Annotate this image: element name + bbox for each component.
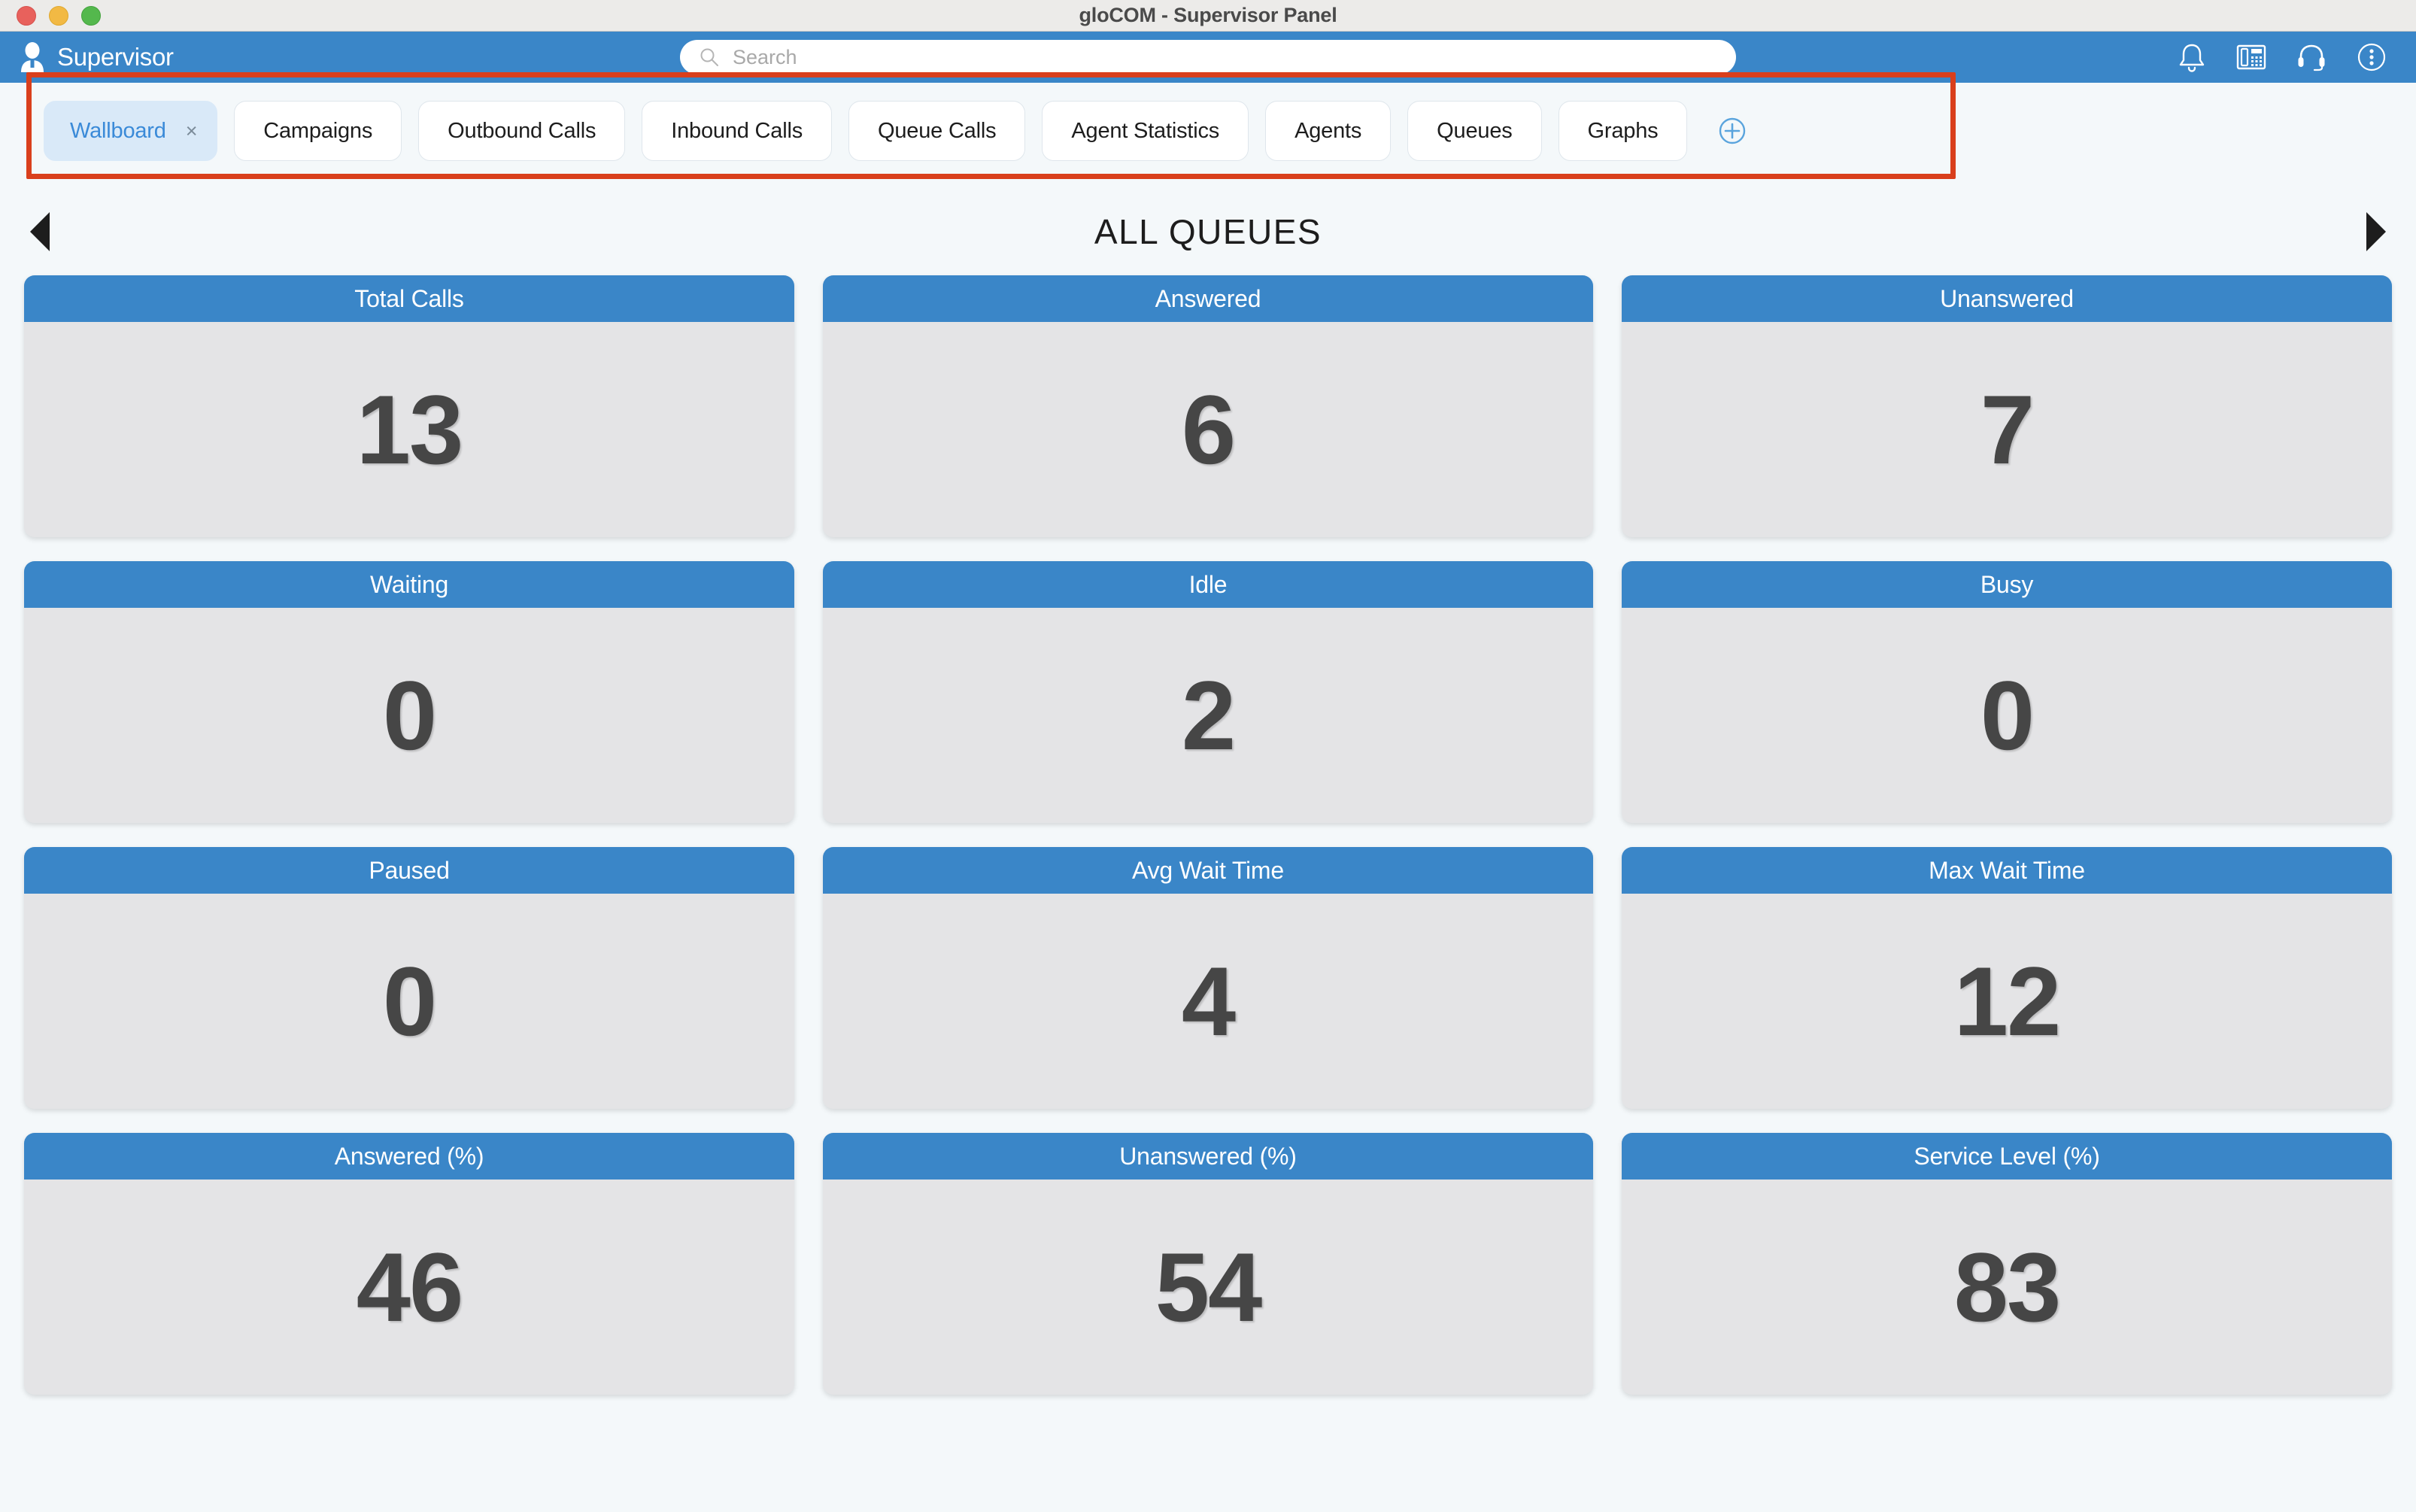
- stat-card-value: 54: [1155, 1232, 1263, 1342]
- window-controls: [17, 5, 101, 26]
- search-bar[interactable]: [680, 40, 1736, 74]
- stat-card-body: 4: [823, 894, 1593, 1109]
- tab-agents[interactable]: Agents: [1265, 101, 1392, 161]
- stat-card-label: Total Calls: [24, 275, 794, 322]
- tab-wallboard[interactable]: Wallboard ×: [44, 101, 218, 161]
- stat-card-idle[interactable]: Idle 2: [823, 561, 1593, 823]
- app-header-actions: [2177, 41, 2387, 73]
- close-window-button[interactable]: [17, 5, 36, 26]
- close-icon[interactable]: ×: [186, 120, 198, 141]
- stat-card-body: 0: [1622, 608, 2392, 823]
- stat-card-label: Waiting: [24, 561, 794, 608]
- minimize-window-button[interactable]: [49, 5, 68, 26]
- tab-list: Wallboard × Campaigns Outbound Calls Inb…: [44, 101, 1750, 161]
- app-header: Supervisor: [0, 32, 2416, 83]
- stat-card-label: Avg Wait Time: [823, 847, 1593, 894]
- stat-card-value: 4: [1181, 946, 1236, 1056]
- stat-card-body: 0: [24, 894, 794, 1109]
- queue-navigation: ALL QUEUES: [0, 196, 2416, 268]
- stat-card-value: 13: [356, 375, 464, 484]
- tab-campaigns[interactable]: Campaigns: [234, 101, 402, 161]
- stat-card-answered-percent[interactable]: Answered (%) 46: [24, 1133, 794, 1395]
- tab-queues[interactable]: Queues: [1407, 101, 1542, 161]
- more-options-icon[interactable]: [2356, 41, 2387, 73]
- tab-label: Queue Calls: [878, 118, 997, 143]
- stat-card-value: 0: [382, 660, 437, 770]
- stat-card-value: 0: [382, 946, 437, 1056]
- tab-graphs[interactable]: Graphs: [1558, 101, 1688, 161]
- stat-card-max-wait-time[interactable]: Max Wait Time 12: [1622, 847, 2392, 1109]
- headset-icon[interactable]: [2296, 43, 2327, 71]
- stat-card-body: 2: [823, 608, 1593, 823]
- stat-card-label: Unanswered: [1622, 275, 2392, 322]
- search-icon: [700, 47, 719, 67]
- stat-card-answered[interactable]: Answered 6: [823, 275, 1593, 537]
- stat-card-label: Busy: [1622, 561, 2392, 608]
- tab-inbound-calls[interactable]: Inbound Calls: [642, 101, 833, 161]
- stat-card-body: 54: [823, 1180, 1593, 1395]
- stat-card-value: 7: [1980, 375, 2035, 484]
- stat-card-body: 13: [24, 322, 794, 537]
- stat-card-value: 6: [1181, 375, 1236, 484]
- tab-label: Inbound Calls: [671, 118, 803, 143]
- window-title: gloCOM - Supervisor Panel: [1079, 4, 1337, 26]
- tab-label: Graphs: [1587, 118, 1659, 143]
- tab-outbound-calls[interactable]: Outbound Calls: [418, 101, 626, 161]
- stat-card-avg-wait-time[interactable]: Avg Wait Time 4: [823, 847, 1593, 1109]
- window-titlebar: gloCOM - Supervisor Panel: [0, 0, 2416, 32]
- stat-card-unanswered-percent[interactable]: Unanswered (%) 54: [823, 1133, 1593, 1395]
- stat-card-body: 83: [1622, 1180, 2392, 1395]
- user-identity[interactable]: Supervisor: [20, 42, 174, 72]
- stat-card-unanswered[interactable]: Unanswered 7: [1622, 275, 2392, 537]
- stat-card-body: 46: [24, 1180, 794, 1395]
- stat-card-label: Idle: [823, 561, 1593, 608]
- stat-card-paused[interactable]: Paused 0: [24, 847, 794, 1109]
- stat-card-value: 2: [1181, 660, 1236, 770]
- stat-card-body: 6: [823, 322, 1593, 537]
- user-name-label: Supervisor: [57, 43, 174, 71]
- stat-card-label: Paused: [24, 847, 794, 894]
- bell-icon[interactable]: [2177, 41, 2207, 73]
- wallboard-grid: Total Calls 13 Answered 6 Unanswered 7 W…: [0, 268, 2416, 1395]
- tab-agent-statistics[interactable]: Agent Statistics: [1042, 101, 1249, 161]
- user-icon: [20, 42, 45, 72]
- stat-card-busy[interactable]: Busy 0: [1622, 561, 2392, 823]
- maximize-window-button[interactable]: [81, 5, 101, 26]
- next-queue-arrow-icon[interactable]: [2366, 212, 2386, 251]
- stat-card-value: 83: [1953, 1232, 2062, 1342]
- stat-card-service-level-percent[interactable]: Service Level (%) 83: [1622, 1133, 2392, 1395]
- stat-card-label: Unanswered (%): [823, 1133, 1593, 1180]
- tab-label: Agent Statistics: [1071, 118, 1220, 143]
- stat-card-body: 7: [1622, 322, 2392, 537]
- stat-card-value: 0: [1980, 660, 2035, 770]
- add-tab-icon[interactable]: [1714, 113, 1750, 149]
- stat-card-value: 12: [1953, 946, 2062, 1056]
- stat-card-value: 46: [356, 1232, 464, 1342]
- tab-label: Agents: [1295, 118, 1362, 143]
- stat-card-body: 12: [1622, 894, 2392, 1109]
- stat-card-body: 0: [24, 608, 794, 823]
- prev-queue-arrow-icon[interactable]: [30, 212, 50, 251]
- tab-label: Queues: [1437, 118, 1513, 143]
- stat-card-total-calls[interactable]: Total Calls 13: [24, 275, 794, 537]
- desk-phone-icon[interactable]: [2235, 43, 2267, 71]
- stat-card-label: Max Wait Time: [1622, 847, 2392, 894]
- page-title: ALL QUEUES: [1094, 212, 1322, 251]
- stat-card-waiting[interactable]: Waiting 0: [24, 561, 794, 823]
- stat-card-label: Answered: [823, 275, 1593, 322]
- tab-label: Outbound Calls: [448, 118, 596, 143]
- tab-label: Wallboard: [70, 118, 166, 143]
- search-input[interactable]: [733, 45, 1695, 69]
- stat-card-label: Answered (%): [24, 1133, 794, 1180]
- tab-queue-calls[interactable]: Queue Calls: [848, 101, 1026, 161]
- tab-strip: Wallboard × Campaigns Outbound Calls Inb…: [0, 72, 2416, 196]
- stat-card-label: Service Level (%): [1622, 1133, 2392, 1180]
- tab-label: Campaigns: [263, 118, 373, 143]
